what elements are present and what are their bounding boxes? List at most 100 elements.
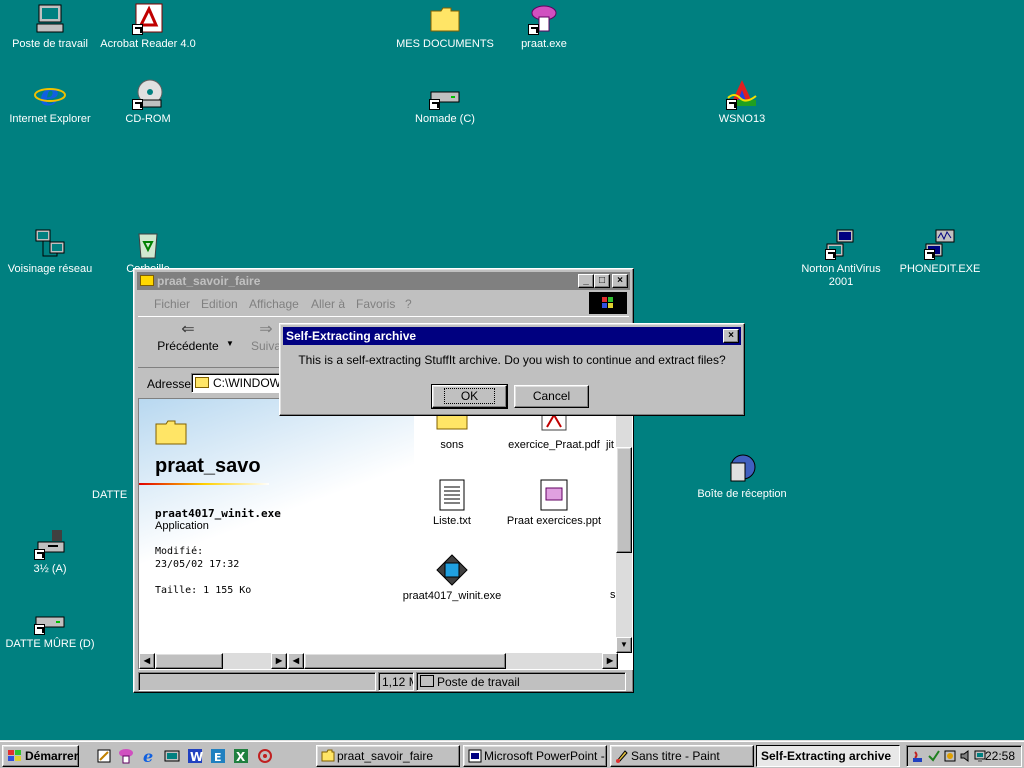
back-button[interactable]: ⇐ Précédente [152, 321, 224, 363]
volume-icon[interactable] [959, 749, 973, 763]
taskbar-item-label: Microsoft PowerPoint - ... [484, 749, 607, 763]
shortcut-arrow-icon [429, 99, 440, 110]
scroll-right-button[interactable]: ▶ [271, 653, 287, 669]
java-icon[interactable] [911, 749, 925, 763]
info-file-name: praat4017_winit.exe [155, 507, 281, 520]
desktop-icon-phonedit[interactable]: PHONEDIT.EXE [890, 228, 990, 276]
files-horizontal-scrollbar[interactable]: ◀ ▶ [288, 653, 618, 669]
desktop-icon[interactable] [164, 748, 180, 764]
start-button[interactable]: Démarrer [2, 745, 79, 767]
scroll-left-button[interactable]: ◀ [288, 653, 304, 669]
desktop-icon-internet-explorer[interactable]: e Internet Explorer [0, 78, 100, 126]
desktop-icon-my-computer[interactable]: Poste de travail [0, 3, 100, 51]
target-icon[interactable] [257, 748, 273, 764]
shortcut-arrow-icon [726, 99, 737, 110]
info-file-type: Application [155, 520, 209, 532]
desktop-icon-wsno13[interactable]: WSNO13 [692, 78, 792, 126]
self-extracting-dialog[interactable]: Self-Extracting archive × This is a self… [279, 323, 745, 416]
praat-icon[interactable] [118, 748, 134, 764]
desktop-icon-network[interactable]: Voisinage réseau [0, 228, 100, 276]
svg-text:e: e [40, 78, 59, 110]
mail-icon[interactable]: E [210, 748, 226, 764]
vertical-scrollbar[interactable]: ▼ [616, 399, 632, 653]
svg-text:E: E [214, 751, 222, 764]
cancel-label: Cancel [532, 389, 571, 403]
dialog-title-bar[interactable]: Self-Extracting archive × [283, 327, 741, 345]
svg-text:e: e [143, 748, 153, 764]
desktop-icon-praat[interactable]: praat.exe [494, 3, 594, 51]
cancel-button[interactable]: Cancel [514, 385, 589, 408]
menu-affichage[interactable]: Affichage [249, 297, 299, 311]
norton-icon [825, 228, 857, 260]
maximize-button[interactable]: □ [594, 274, 610, 288]
file-label: Liste.txt [433, 515, 471, 527]
address-label: Adresse [147, 377, 192, 391]
computer-icon [34, 3, 66, 35]
norton-tray-icon[interactable] [927, 749, 941, 763]
file-label: exercice_Praat.pdf [508, 439, 600, 451]
scrollbar-thumb[interactable] [155, 653, 223, 669]
scroll-right-button[interactable]: ▶ [602, 653, 618, 669]
scrollbar-thumb[interactable] [304, 653, 506, 669]
taskbar-item-explorer[interactable]: praat_savoir_faire [316, 745, 460, 767]
taskbar-item-paint[interactable]: Sans titre - Paint [610, 745, 754, 767]
info-horizontal-scrollbar[interactable]: ◀ ▶ [139, 653, 287, 669]
explorer-status-bar: 1,12 M Poste de travail [138, 672, 629, 691]
explorer-menu-bar: Fichier Edition Affichage Aller à Favori… [138, 292, 629, 314]
info-modified-label: Modifié: [155, 546, 204, 557]
taskbar-item-powerpoint[interactable]: Microsoft PowerPoint - ... [463, 745, 607, 767]
desktop-icon-label: PHONEDIT.EXE [899, 263, 981, 275]
taskbar-item-self-extracting[interactable]: Self-Extracting archive [756, 745, 900, 767]
ok-button[interactable]: OK [431, 384, 508, 409]
file-label: praat4017_winit.exe [402, 590, 502, 602]
shortcut-arrow-icon [924, 249, 935, 260]
clock[interactable]: 22:58 [985, 749, 1015, 763]
explorer-title-bar[interactable]: praat_savoir_faire _ □ × [137, 272, 630, 290]
folder-icon [321, 749, 335, 763]
word-icon[interactable]: W [187, 748, 203, 764]
folder-icon [429, 3, 461, 35]
menu-aller-a[interactable]: Aller à [311, 297, 345, 311]
dialog-close-button[interactable]: × [723, 329, 739, 343]
file-item-ppt[interactable]: Praat exercices.ppt [504, 479, 604, 527]
desktop-icon-floppy[interactable]: 3½ (A) [0, 528, 100, 576]
tray-app-icon[interactable] [943, 749, 957, 763]
desktop-icon-drive-d[interactable]: DATTE MÛRE (D) [0, 603, 100, 651]
menu-help[interactable]: ? [405, 297, 412, 311]
desktop-icon-label: DATTE MÛRE (D) [5, 638, 95, 650]
menu-fichier[interactable]: Fichier [154, 297, 190, 311]
scroll-down-button[interactable]: ▼ [616, 637, 632, 653]
ie-icon[interactable]: e [141, 747, 157, 766]
desktop-icon-label: Voisinage réseau [7, 263, 93, 275]
scrollbar-thumb[interactable] [616, 447, 632, 553]
desktop-icon-label: Acrobat Reader 4.0 [100, 38, 196, 50]
dialog-title: Self-Extracting archive [286, 329, 417, 343]
forward-label: Suiva [250, 339, 282, 353]
back-dropdown-icon[interactable]: ▼ [226, 339, 234, 348]
minimize-button[interactable]: _ [578, 274, 594, 288]
back-arrow-icon: ⇐ [181, 321, 195, 338]
desktop-icon-norton[interactable]: Norton AntiVirus 2001 [791, 228, 891, 289]
menu-edition[interactable]: Edition [201, 297, 238, 311]
menu-favoris[interactable]: Favoris [356, 297, 395, 311]
desktop-icon-cdrom[interactable]: CD-ROM [98, 78, 198, 126]
desktop-icon-my-documents[interactable]: MES DOCUMENTS [395, 3, 495, 51]
desktop-icon-label: praat.exe [521, 38, 567, 50]
scroll-left-button[interactable]: ◀ [139, 653, 155, 669]
close-button[interactable]: × [612, 274, 628, 288]
hard-drive-icon [34, 603, 66, 635]
desktop-icon-inbox[interactable]: Boîte de réception [692, 453, 792, 501]
file-item-praat-exe[interactable]: praat4017_winit.exe [402, 554, 502, 602]
file-item-liste[interactable]: Liste.txt [407, 479, 497, 527]
ok-label: OK [443, 388, 496, 404]
notepad-icon[interactable] [96, 748, 112, 764]
desktop-icon-acrobat-reader[interactable]: Acrobat Reader 4.0 [98, 3, 198, 51]
folder-icon [140, 275, 154, 286]
desktop-icon-label: CD-ROM [125, 113, 171, 125]
computer-icon [420, 675, 434, 687]
file-item-sons[interactable]: sons [407, 410, 497, 451]
desktop-icon-label: Poste de travail [12, 38, 88, 50]
excel-icon[interactable]: X [233, 748, 249, 764]
desktop-icon-drive-c[interactable]: Nomade (C) [395, 78, 495, 126]
file-item-pdf[interactable]: exercice_Praat.pdf [504, 410, 604, 451]
